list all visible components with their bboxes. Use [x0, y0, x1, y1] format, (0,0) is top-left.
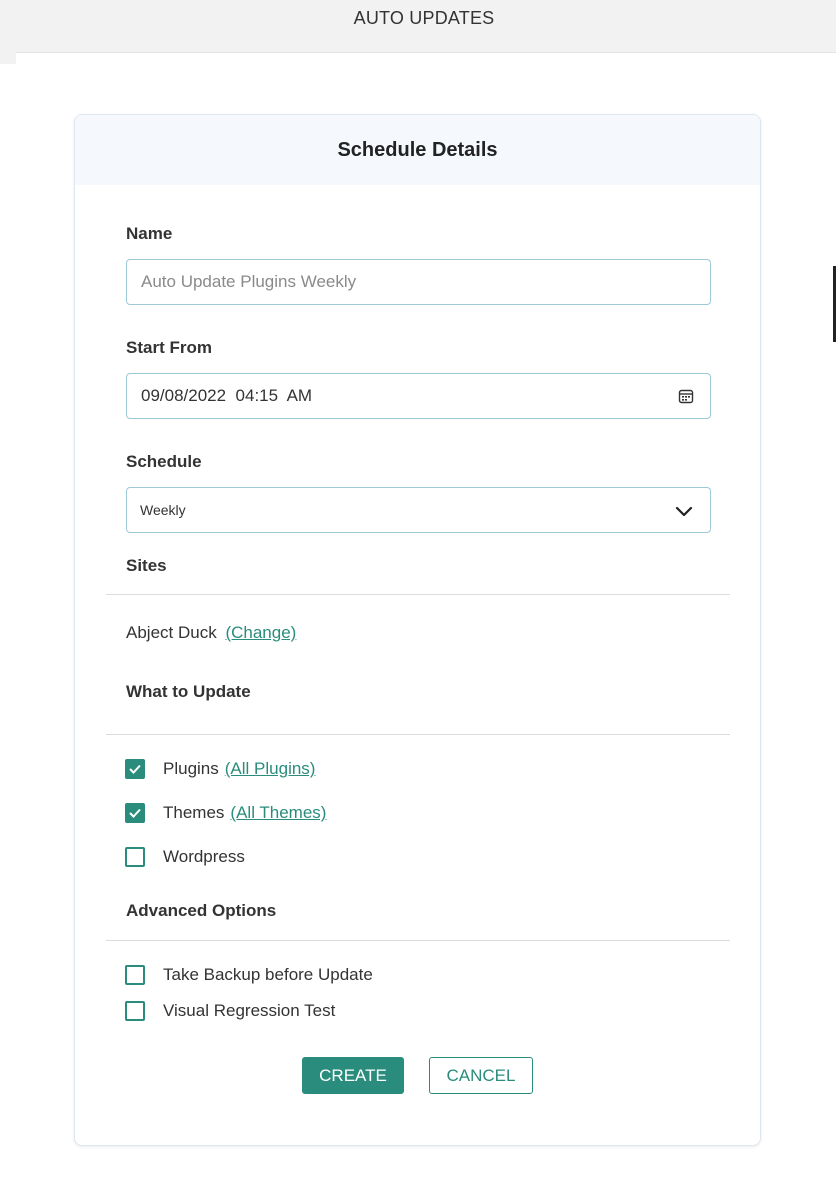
schedule-details-card: Schedule Details Name Auto Update Plugin…: [74, 114, 761, 1146]
plugins-option: Plugins (All Plugins): [125, 758, 315, 780]
sites-divider: [106, 594, 730, 595]
backup-option: Take Backup before Update: [125, 964, 373, 986]
name-input-placeholder: Auto Update Plugins Weekly: [141, 272, 357, 291]
calendar-icon[interactable]: [678, 388, 694, 404]
plugins-checkbox[interactable]: [125, 759, 145, 779]
schedule-label: Schedule: [126, 452, 202, 471]
wordpress-label: Wordpress: [163, 847, 245, 866]
advanced-options-heading: Advanced Options: [126, 901, 277, 920]
visual-regression-option: Visual Regression Test: [125, 1000, 335, 1022]
start-from-label: Start From: [126, 338, 212, 357]
plugins-label: Plugins: [163, 759, 219, 778]
schedule-select[interactable]: Weekly: [126, 487, 711, 533]
card-title: Schedule Details: [337, 139, 498, 161]
wordpress-option: Wordpress: [125, 846, 245, 868]
card-header: Schedule Details: [75, 115, 760, 185]
checkmark-icon: [129, 808, 141, 818]
visual-regression-checkbox[interactable]: [125, 1001, 145, 1021]
start-from-input[interactable]: 09/08/2022 04:15 AM: [126, 373, 711, 419]
checkmark-icon: [129, 764, 141, 774]
backup-label: Take Backup before Update: [163, 965, 373, 984]
advanced-options-divider: [106, 940, 730, 941]
what-to-update-heading: What to Update: [126, 682, 251, 701]
schedule-selected-value: Weekly: [140, 502, 186, 518]
name-label: Name: [126, 224, 173, 243]
all-plugins-link[interactable]: (All Plugins): [225, 759, 316, 779]
start-from-value: 09/08/2022 04:15 AM: [141, 386, 313, 405]
wordpress-checkbox[interactable]: [125, 847, 145, 867]
backup-checkbox[interactable]: [125, 965, 145, 985]
themes-checkbox[interactable]: [125, 803, 145, 823]
site-name: Abject Duck: [126, 623, 217, 642]
all-themes-link[interactable]: (All Themes): [230, 803, 326, 823]
chevron-down-icon: [675, 506, 693, 517]
name-input[interactable]: Auto Update Plugins Weekly: [126, 259, 711, 305]
top-bar-underlay: [16, 52, 836, 72]
themes-option: Themes (All Themes): [125, 802, 326, 824]
change-site-link[interactable]: (Change): [225, 623, 296, 642]
sites-heading: Sites: [126, 556, 167, 575]
visual-regression-label: Visual Regression Test: [163, 1001, 336, 1020]
cancel-button[interactable]: CANCEL: [429, 1057, 533, 1094]
what-to-update-divider: [106, 734, 730, 735]
page-title: AUTO UPDATES: [353, 8, 495, 28]
themes-label: Themes: [163, 803, 225, 822]
create-button[interactable]: CREATE: [302, 1057, 404, 1094]
selected-site: Abject Duck (Change): [126, 623, 296, 643]
